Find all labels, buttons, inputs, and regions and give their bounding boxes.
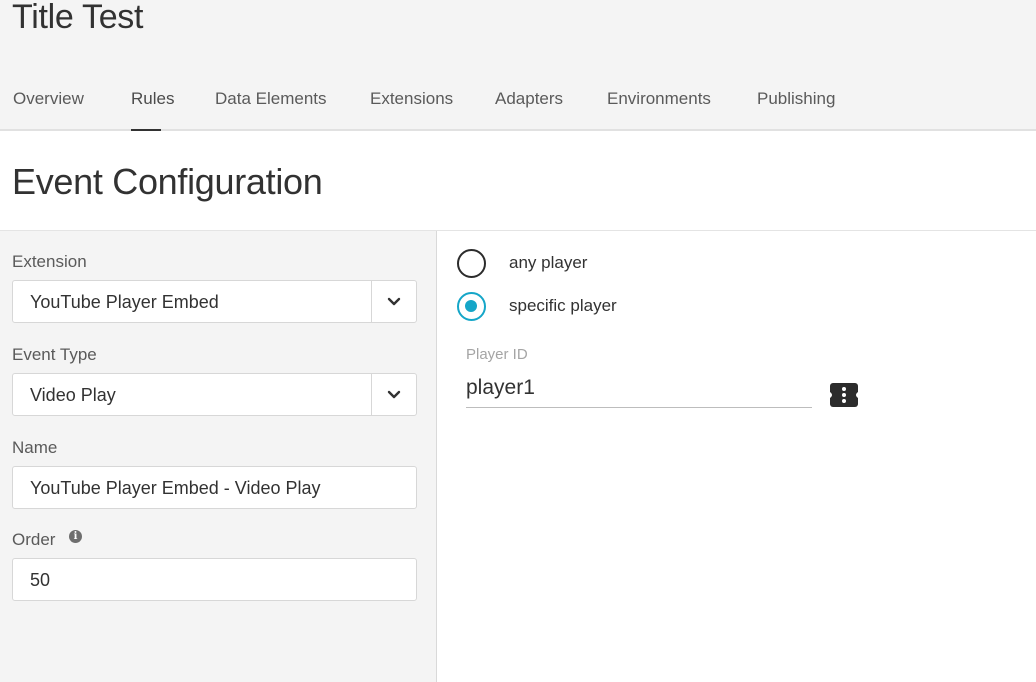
player-id-label: Player ID bbox=[466, 346, 528, 363]
data-element-picker-button[interactable] bbox=[830, 383, 858, 407]
radio-button-unchecked[interactable] bbox=[457, 249, 486, 278]
event-type-select-value: Video Play bbox=[30, 385, 116, 405]
chevron-down-icon bbox=[387, 390, 401, 398]
event-type-dropdown-button[interactable] bbox=[371, 374, 416, 415]
property-title: Title Test bbox=[12, 0, 144, 36]
tab-rules[interactable]: Rules bbox=[131, 89, 174, 109]
app-header: Title Test Overview Rules Data Elements … bbox=[0, 0, 1036, 131]
tab-adapters[interactable]: Adapters bbox=[495, 89, 563, 109]
page-title: Event Configuration bbox=[12, 161, 323, 202]
tab-publishing[interactable]: Publishing bbox=[757, 89, 835, 109]
tab-overview[interactable]: Overview bbox=[13, 89, 84, 109]
extension-dropdown-button[interactable] bbox=[371, 281, 416, 322]
event-type-select[interactable]: Video Play bbox=[12, 373, 417, 416]
order-input-value: 50 bbox=[30, 570, 51, 590]
chevron-down-icon bbox=[387, 297, 401, 305]
extension-select[interactable]: YouTube Player Embed bbox=[12, 280, 417, 323]
radio-any-player-label: any player bbox=[509, 253, 588, 272]
extension-select-value: YouTube Player Embed bbox=[30, 292, 219, 312]
name-label: Name bbox=[12, 438, 58, 457]
extension-label: Extension bbox=[12, 252, 87, 271]
event-type-label: Event Type bbox=[12, 345, 97, 364]
info-icon[interactable]: i bbox=[69, 530, 82, 543]
radio-button-checked[interactable] bbox=[457, 292, 486, 321]
name-input-value: YouTube Player Embed - Video Play bbox=[30, 478, 321, 498]
player-id-input[interactable]: player1 bbox=[466, 372, 812, 408]
tab-environments[interactable]: Environments bbox=[607, 89, 711, 109]
tab-extensions[interactable]: Extensions bbox=[370, 89, 453, 109]
order-label: Order bbox=[12, 530, 56, 549]
player-id-value: player1 bbox=[466, 376, 535, 399]
name-input[interactable]: YouTube Player Embed - Video Play bbox=[12, 466, 417, 509]
tab-data-elements[interactable]: Data Elements bbox=[215, 89, 327, 109]
page-heading: Event Configuration bbox=[0, 131, 1036, 231]
data-element-icon bbox=[830, 387, 858, 403]
radio-specific-player-label: specific player bbox=[509, 296, 617, 315]
order-input[interactable]: 50 bbox=[12, 558, 417, 601]
